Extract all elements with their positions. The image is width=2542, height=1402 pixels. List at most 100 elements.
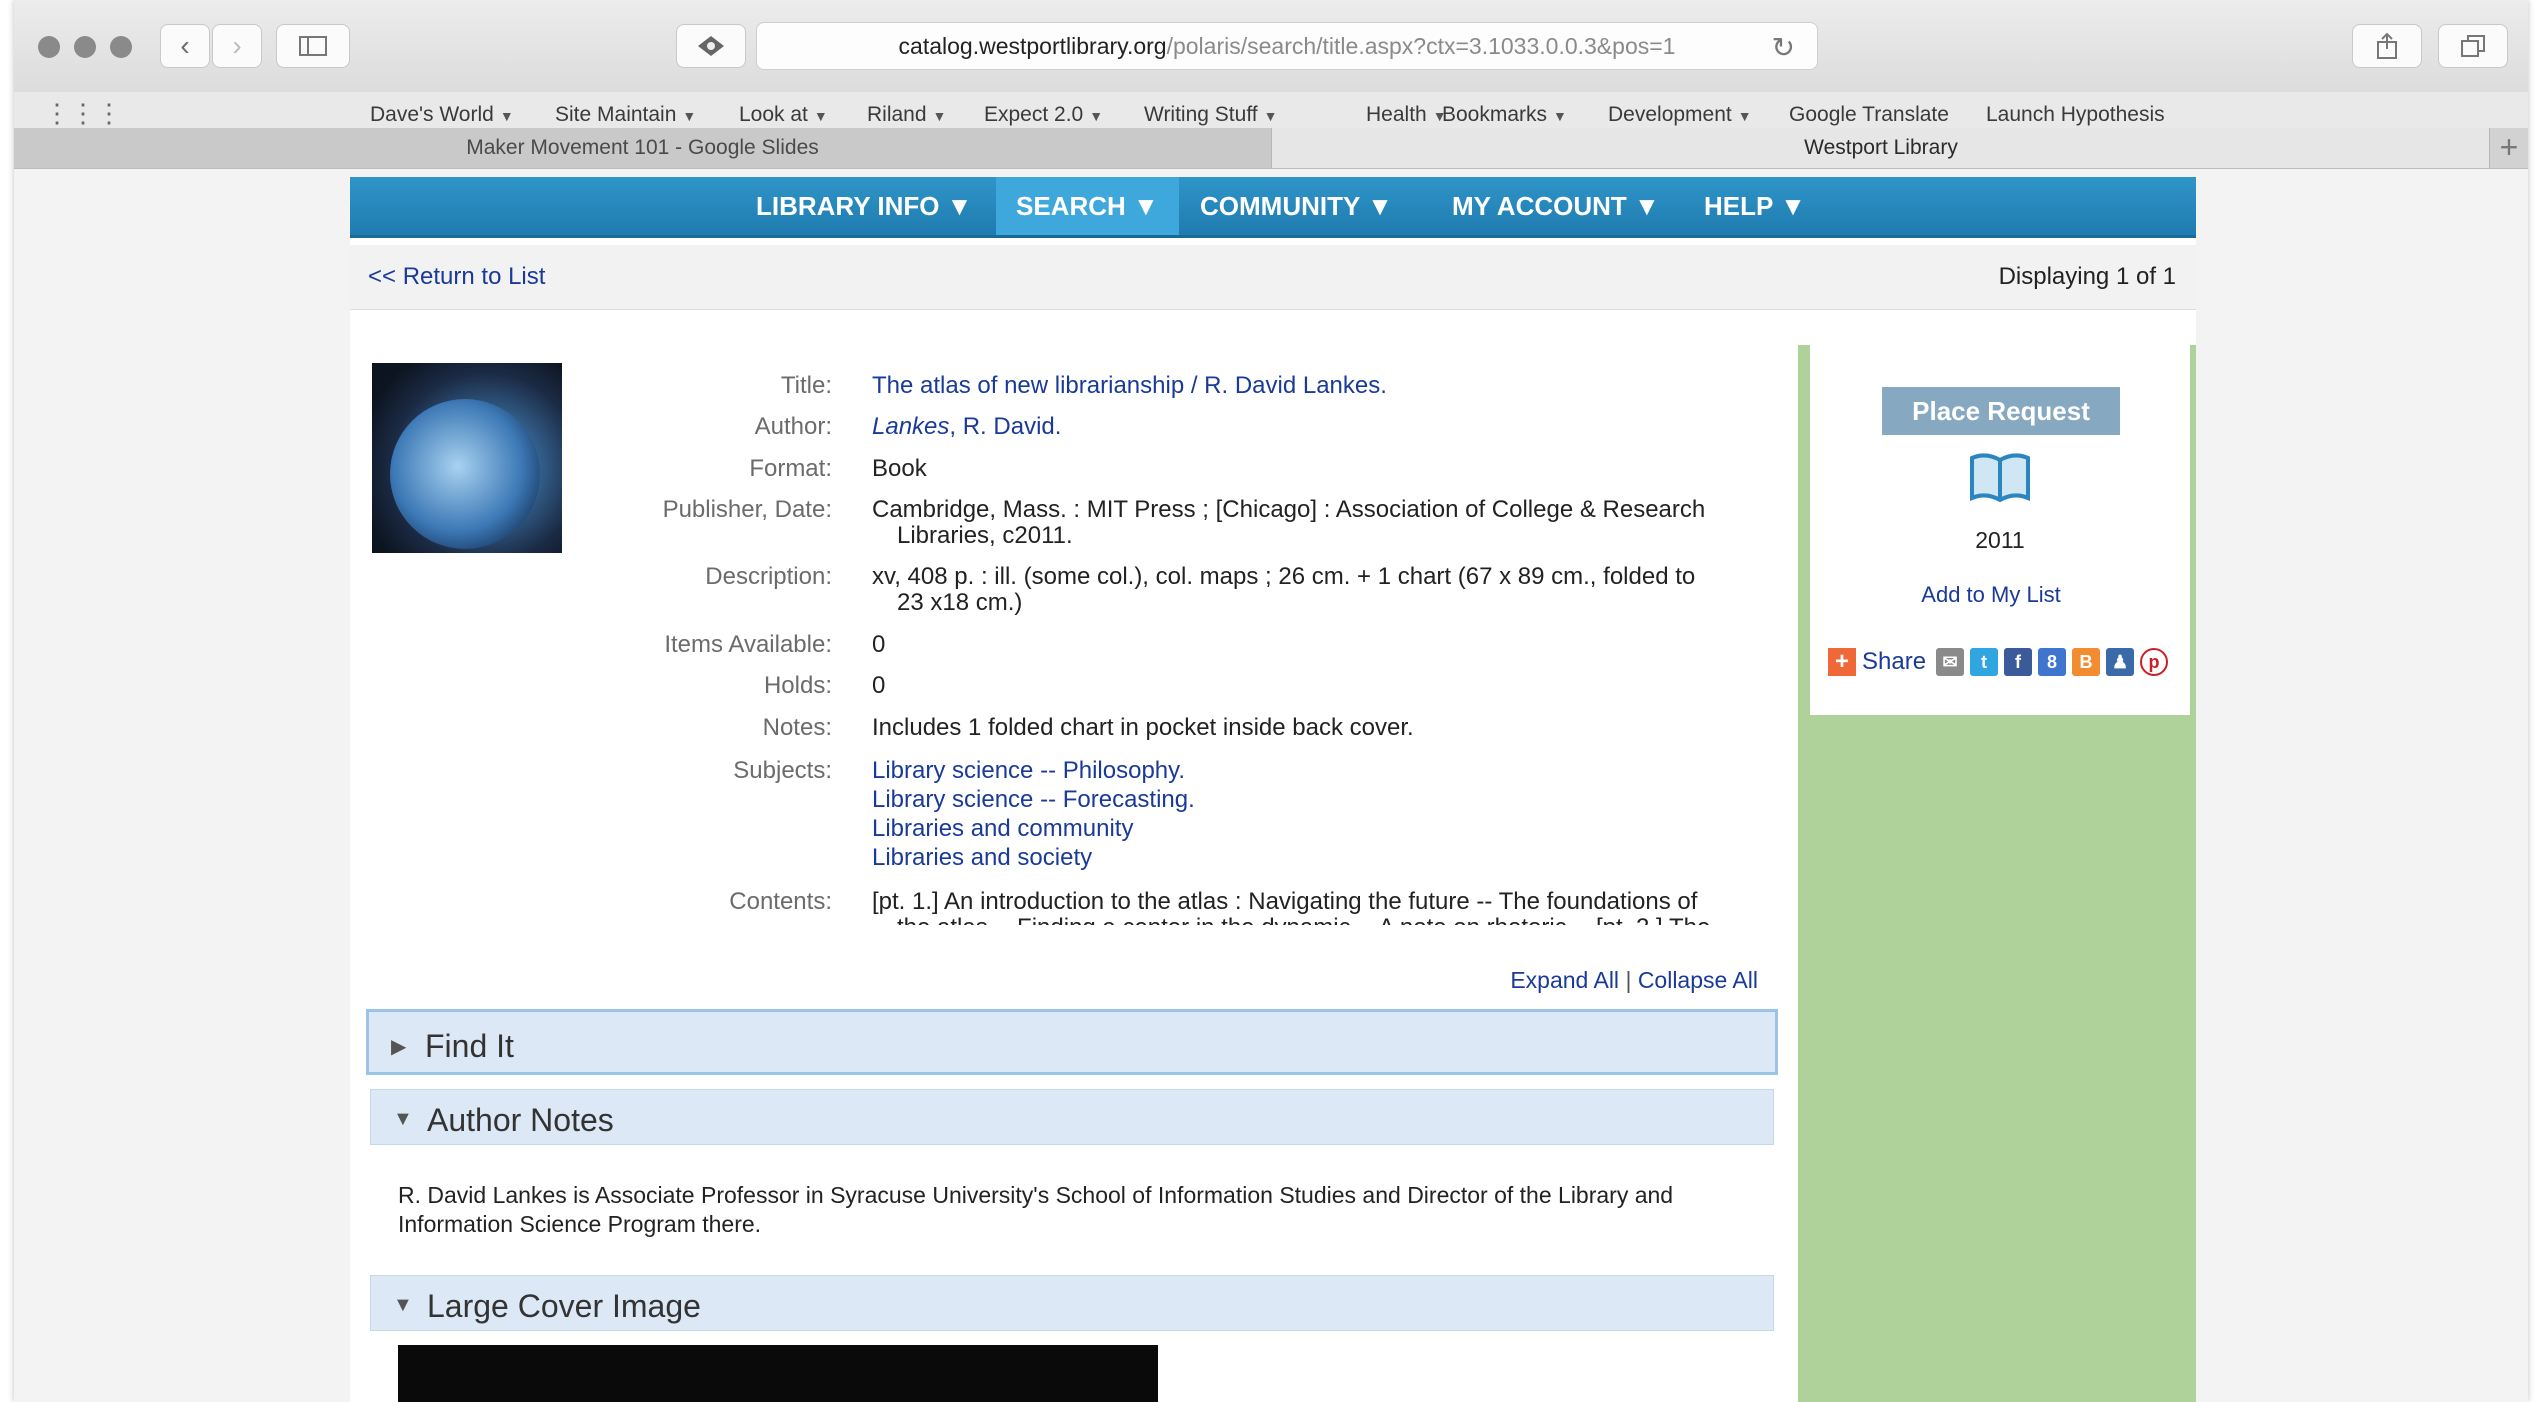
field-label: Description: <box>705 563 832 590</box>
chevron-down-icon: ▼ <box>932 108 947 124</box>
expand-collapse-controls: Expand All | Collapse All <box>1510 967 1758 994</box>
nav-library-info[interactable]: LIBRARY INFO ▼ <box>736 177 992 235</box>
bookmark-writing-stuff[interactable]: Writing Stuff ▼ <box>1144 103 1277 127</box>
actions-sidebar: Place Request 2011 Add to My List + Shar… <box>1798 345 2196 1402</box>
bookmark-daves-world[interactable]: Dave's World ▼ <box>370 103 514 127</box>
url-path: /polaris/search/title.aspx?ctx=3.1033.0.… <box>1166 32 1676 59</box>
subject-link[interactable]: Libraries and community <box>872 815 1133 842</box>
chevron-down-icon: ▼ <box>682 108 697 124</box>
pinterest-icon[interactable]: p <box>2140 648 2169 676</box>
field-value: Cambridge, Mass. : MIT Press ; [Chicago]… <box>872 496 1706 523</box>
title-link[interactable]: The atlas of new librarianship / R. Davi… <box>872 373 1387 399</box>
author-notes-section-header[interactable]: ▼ Author Notes <box>370 1089 1774 1145</box>
expand-all-link[interactable]: Expand All <box>1510 967 1619 993</box>
address-bar[interactable]: catalog.westportlibrary.org/polaris/sear… <box>756 22 1818 70</box>
nav-help[interactable]: HELP ▼ <box>1684 177 1826 235</box>
zoom-window-button[interactable] <box>110 36 132 58</box>
reload-icon[interactable]: ↻ <box>1772 31 1795 64</box>
field-value: xv, 408 p. : ill. (some col.), col. maps… <box>872 563 1696 590</box>
chevron-down-icon: ▼ <box>813 108 828 124</box>
large-cover-image <box>398 1345 1158 1402</box>
return-to-list-link[interactable]: << Return to List <box>368 263 545 291</box>
field-label: Subjects: <box>733 757 832 784</box>
bookmark-riland[interactable]: Riland ▼ <box>867 103 946 127</box>
subject-link[interactable]: Library science -- Philosophy. <box>872 757 1185 784</box>
nav-my-account[interactable]: MY ACCOUNT ▼ <box>1432 177 1680 235</box>
subject-link[interactable]: Libraries and society <box>872 844 1092 871</box>
forward-button[interactable]: › <box>212 24 262 68</box>
tab-maker-movement[interactable]: Maker Movement 101 - Google Slides <box>14 128 1272 168</box>
field-label: Format: <box>749 455 832 482</box>
bookmark-expect-2[interactable]: Expect 2.0 ▼ <box>984 103 1103 127</box>
privacy-shield-icon <box>698 36 724 56</box>
share-button[interactable] <box>2352 24 2422 68</box>
chevron-down-icon: ▼ <box>1089 108 1104 124</box>
field-label: Publisher, Date: <box>662 496 832 523</box>
browser-toolbar: ‹ › catalog.westportlibrary.org/polaris/… <box>14 0 2528 93</box>
field-label: Title: <box>780 373 832 399</box>
chevron-down-icon: ▼ <box>1737 108 1752 124</box>
displaying-count: Displaying 1 of 1 <box>1998 263 2176 290</box>
field-label: Items Available: <box>664 631 832 658</box>
large-cover-section-header[interactable]: ▼ Large Cover Image <box>370 1275 1774 1331</box>
close-window-button[interactable] <box>38 36 60 58</box>
bookmark-site-maintain[interactable]: Site Maintain ▼ <box>555 103 696 127</box>
blogger-icon[interactable]: B <box>2072 648 2101 676</box>
url-host: catalog.westportlibrary.org <box>898 32 1167 59</box>
reader-button[interactable] <box>676 24 746 68</box>
chevron-right-icon: › <box>232 30 242 61</box>
field-label: Notes: <box>762 714 832 741</box>
field-label: Holds: <box>763 672 832 699</box>
bookmark-launch-hypothesis[interactable]: Launch Hypothesis <box>1986 103 2165 127</box>
nav-community[interactable]: COMMUNITY ▼ <box>1180 177 1413 235</box>
share-label[interactable]: Share <box>1862 648 1926 676</box>
catalog-content: LIBRARY INFO ▼ SEARCH ▼ COMMUNITY ▼ MY A… <box>350 177 2196 1402</box>
share-toolbar: + Share ✉ t f 8 B ♟ p <box>1828 647 2169 677</box>
book-format-icon <box>1970 453 2030 503</box>
triangle-down-icon: ▼ <box>393 1108 413 1130</box>
myspace-icon[interactable]: ♟ <box>2106 648 2135 676</box>
bookmark-bookmarks[interactable]: Bookmarks ▼ <box>1442 103 1567 127</box>
separator: | <box>1625 967 1632 993</box>
add-to-my-list-link[interactable]: Add to My List <box>1810 582 2172 608</box>
author-link[interactable]: Lankes <box>872 413 949 440</box>
back-button[interactable]: ‹ <box>160 24 210 68</box>
field-value: 0 <box>872 631 886 658</box>
share-plus-icon[interactable]: + <box>1828 648 1856 676</box>
field-value: the atlas -- Finding a center in the dyn… <box>872 915 1722 926</box>
new-tab-button[interactable]: + <box>2489 128 2528 168</box>
grid-apps-icon[interactable]: ⋮⋮⋮ <box>44 98 122 129</box>
author-link-rest[interactable]: , R. David. <box>949 413 1061 440</box>
bookmark-look-at[interactable]: Look at ▼ <box>739 103 828 127</box>
nav-search[interactable]: SEARCH ▼ <box>996 177 1179 235</box>
facebook-icon[interactable]: f <box>2004 648 2033 676</box>
minimize-window-button[interactable] <box>74 36 96 58</box>
place-request-button[interactable]: Place Request <box>1882 387 2120 435</box>
section-title: Large Cover Image <box>427 1288 701 1324</box>
section-title: Find It <box>425 1028 514 1064</box>
tabs-icon <box>2461 35 2485 57</box>
bookmark-google-translate[interactable]: Google Translate <box>1789 103 1949 127</box>
sidebar-toggle-button[interactable] <box>276 24 350 68</box>
tab-westport-library[interactable]: Westport Library <box>1272 128 2490 168</box>
actions-panel: Place Request 2011 Add to My List + Shar… <box>1810 345 2190 715</box>
email-icon[interactable]: ✉ <box>1936 648 1965 676</box>
chevron-left-icon: ‹ <box>180 30 190 61</box>
bookmark-health[interactable]: Health ▼ <box>1366 103 1447 127</box>
list-navigation-bar: << Return to List Displaying 1 of 1 <box>350 245 2196 310</box>
google-plus-icon[interactable]: 8 <box>2038 648 2067 676</box>
sidebar-icon <box>299 36 327 56</box>
field-value: [pt. 1.] An introduction to the atlas : … <box>872 888 1698 915</box>
chevron-down-icon: ▼ <box>1553 108 1567 124</box>
chevron-down-icon: ▼ <box>1263 108 1278 124</box>
find-it-section-header[interactable]: ▶ Find It <box>366 1009 1778 1075</box>
triangle-right-icon: ▶ <box>391 1036 407 1058</box>
twitter-icon[interactable]: t <box>1970 648 1999 676</box>
collapse-all-link[interactable]: Collapse All <box>1638 967 1758 993</box>
bookmark-development[interactable]: Development ▼ <box>1608 103 1752 127</box>
browser-window: ‹ › catalog.westportlibrary.org/polaris/… <box>14 0 2528 1402</box>
subject-link[interactable]: Library science -- Forecasting. <box>872 786 1195 813</box>
field-value: Includes 1 folded chart in pocket inside… <box>872 714 1414 741</box>
show-tabs-button[interactable] <box>2438 24 2508 68</box>
triangle-down-icon: ▼ <box>393 1294 413 1316</box>
